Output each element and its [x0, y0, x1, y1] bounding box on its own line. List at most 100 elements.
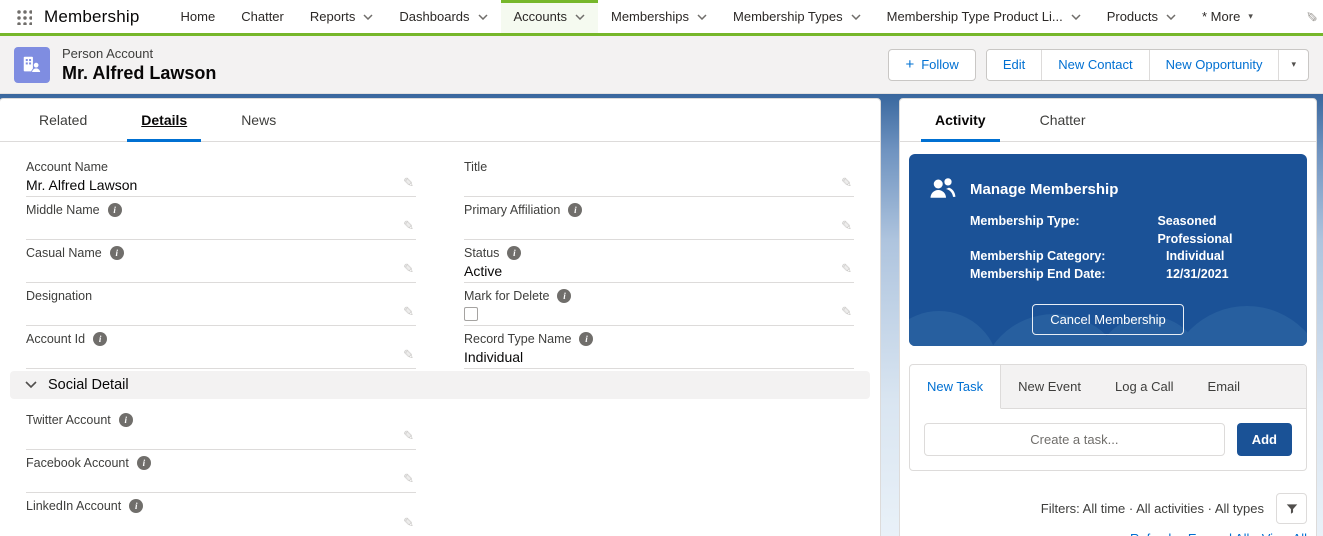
nav-tab-chatter[interactable]: Chatter: [228, 0, 297, 33]
mark-for-delete-checkbox[interactable]: [464, 307, 478, 321]
nav-tab-products[interactable]: Products: [1094, 0, 1189, 33]
tab-related[interactable]: Related: [25, 99, 101, 141]
edit-pencil-icon[interactable]: ✎: [841, 175, 852, 191]
chevron-down-icon[interactable]: [851, 14, 861, 20]
info-icon[interactable]: i: [119, 413, 133, 427]
tab-new-event[interactable]: New Event: [1001, 365, 1098, 408]
view-all-link[interactable]: View All: [1262, 531, 1307, 536]
edit-nav-pencil-icon[interactable]: ✎: [1287, 11, 1320, 23]
tab-activity[interactable]: Activity: [921, 99, 1000, 141]
edit-pencil-icon[interactable]: ✎: [403, 515, 414, 531]
edit-pencil-icon[interactable]: ✎: [403, 175, 414, 191]
edit-pencil-icon[interactable]: ✎: [403, 261, 414, 277]
info-icon[interactable]: i: [137, 456, 151, 470]
detail-form-right-column: Title ✎ Primary Affiliation i ✎ Status i…: [464, 154, 854, 369]
tab-email[interactable]: Email: [1191, 365, 1258, 408]
field-casual-name: Casual Name i ✎: [26, 240, 416, 283]
chevron-down-icon[interactable]: [697, 14, 707, 20]
field-value: [26, 220, 416, 237]
app-launcher-waffle-icon[interactable]: [16, 9, 32, 25]
activity-panel-card: Activity Chatter Manage Membership Membe…: [899, 98, 1317, 536]
chevron-down-icon[interactable]: [1166, 14, 1176, 20]
info-icon[interactable]: i: [129, 499, 143, 513]
manage-membership-title: Manage Membership: [970, 181, 1118, 198]
membership-end-date-row: Membership End Date: 12/31/2021: [970, 266, 1289, 284]
section-social-detail[interactable]: Social Detail: [10, 371, 870, 399]
info-icon[interactable]: i: [557, 289, 571, 303]
activity-filters-row: Filters: All time · All activities · All…: [909, 493, 1307, 524]
filter-button[interactable]: [1276, 493, 1307, 524]
dropdown-triangle-icon: ▾: [1291, 60, 1296, 69]
nav-tab-accounts[interactable]: Accounts: [501, 0, 598, 33]
create-task-input[interactable]: [924, 423, 1225, 456]
field-account-name: Account Name Mr. Alfred Lawson ✎: [26, 154, 416, 197]
info-icon[interactable]: i: [568, 203, 582, 217]
social-form-left-column: Twitter Account i ✎ Facebook Account i ✎…: [26, 407, 416, 536]
nav-tab-home[interactable]: Home: [168, 0, 229, 33]
expand-all-link[interactable]: Expand All: [1188, 531, 1249, 536]
tab-new-task[interactable]: New Task: [910, 365, 1001, 409]
dropdown-triangle-icon[interactable]: ▾: [1248, 12, 1253, 21]
new-opportunity-button[interactable]: New Opportunity: [1150, 50, 1280, 80]
tab-chatter-panel[interactable]: Chatter: [1026, 99, 1100, 141]
chevron-down-icon[interactable]: [1071, 14, 1081, 20]
edit-pencil-icon[interactable]: ✎: [403, 218, 414, 234]
tab-log-a-call[interactable]: Log a Call: [1098, 365, 1191, 408]
edit-pencil-icon[interactable]: ✎: [403, 304, 414, 320]
membership-type-row: Membership Type: Seasoned Professional: [970, 213, 1289, 248]
info-icon[interactable]: i: [93, 332, 107, 346]
membership-info-rows: Membership Type: Seasoned Professional M…: [970, 213, 1289, 283]
field-status: Status i Active ✎: [464, 240, 854, 283]
edit-pencil-icon[interactable]: ✎: [403, 471, 414, 487]
info-icon[interactable]: i: [507, 246, 521, 260]
field-value: [26, 473, 416, 490]
membership-category-row: Membership Category: Individual: [970, 248, 1289, 266]
cancel-membership-button[interactable]: Cancel Membership: [1032, 304, 1184, 335]
edit-pencil-icon[interactable]: ✎: [841, 304, 852, 320]
manage-membership-card: Manage Membership Membership Type: Seaso…: [909, 154, 1307, 346]
action-button-group: Edit New Contact New Opportunity ▾: [986, 49, 1309, 81]
activity-composer: New Task New Event Log a Call Email Add: [909, 364, 1307, 471]
nav-tab-reports[interactable]: Reports: [297, 0, 387, 33]
edit-pencil-icon[interactable]: ✎: [403, 428, 414, 444]
field-value: Mr. Alfred Lawson: [26, 177, 416, 194]
chevron-down-icon[interactable]: [363, 14, 373, 20]
edit-pencil-icon[interactable]: ✎: [841, 218, 852, 234]
field-value: Active: [464, 263, 854, 280]
nav-tab-membership-type-product-lineitems[interactable]: Membership Type Product Li...: [874, 0, 1094, 33]
refresh-link[interactable]: Refresh: [1130, 531, 1176, 536]
tab-news[interactable]: News: [227, 99, 290, 141]
info-icon[interactable]: i: [579, 332, 593, 346]
detail-tabs: Related Details News: [0, 99, 880, 142]
edit-pencil-icon[interactable]: ✎: [841, 261, 852, 277]
chevron-down-icon: [25, 381, 37, 389]
field-title: Title ✎: [464, 154, 854, 197]
nav-tab-membership-types[interactable]: Membership Types: [720, 0, 874, 33]
activity-links-row: Refresh·Expand All·View All: [909, 531, 1307, 536]
nav-tab-dashboards[interactable]: Dashboards: [386, 0, 500, 33]
info-icon[interactable]: i: [110, 246, 124, 260]
plus-icon: +: [905, 57, 914, 72]
nav-tab-memberships[interactable]: Memberships: [598, 0, 720, 33]
social-detail-form: Twitter Account i ✎ Facebook Account i ✎…: [0, 399, 880, 536]
edit-button[interactable]: Edit: [987, 50, 1042, 80]
filters-summary-text: Filters: All time · All activities · All…: [1041, 501, 1264, 516]
field-twitter-account: Twitter Account i ✎: [26, 407, 416, 450]
info-icon[interactable]: i: [108, 203, 122, 217]
edit-pencil-icon[interactable]: ✎: [403, 347, 414, 363]
add-task-button[interactable]: Add: [1237, 423, 1292, 456]
field-value: [464, 177, 854, 194]
field-middle-name: Middle Name i ✎: [26, 197, 416, 240]
record-title-block: Person Account Mr. Alfred Lawson: [62, 46, 216, 84]
follow-button[interactable]: + Follow: [888, 49, 975, 81]
tab-details[interactable]: Details: [127, 99, 201, 141]
more-actions-dropdown[interactable]: ▾: [1279, 50, 1308, 80]
social-form-right-column: [464, 407, 854, 536]
field-value: [26, 263, 416, 280]
nav-tab-more[interactable]: * More ▾: [1189, 0, 1266, 33]
new-contact-button[interactable]: New Contact: [1042, 50, 1149, 80]
app-nav-bar: Membership Home Chatter Reports Dashboar…: [0, 0, 1323, 36]
chevron-down-icon[interactable]: [575, 14, 585, 20]
chevron-down-icon[interactable]: [478, 14, 488, 20]
field-facebook-account: Facebook Account i ✎: [26, 450, 416, 493]
